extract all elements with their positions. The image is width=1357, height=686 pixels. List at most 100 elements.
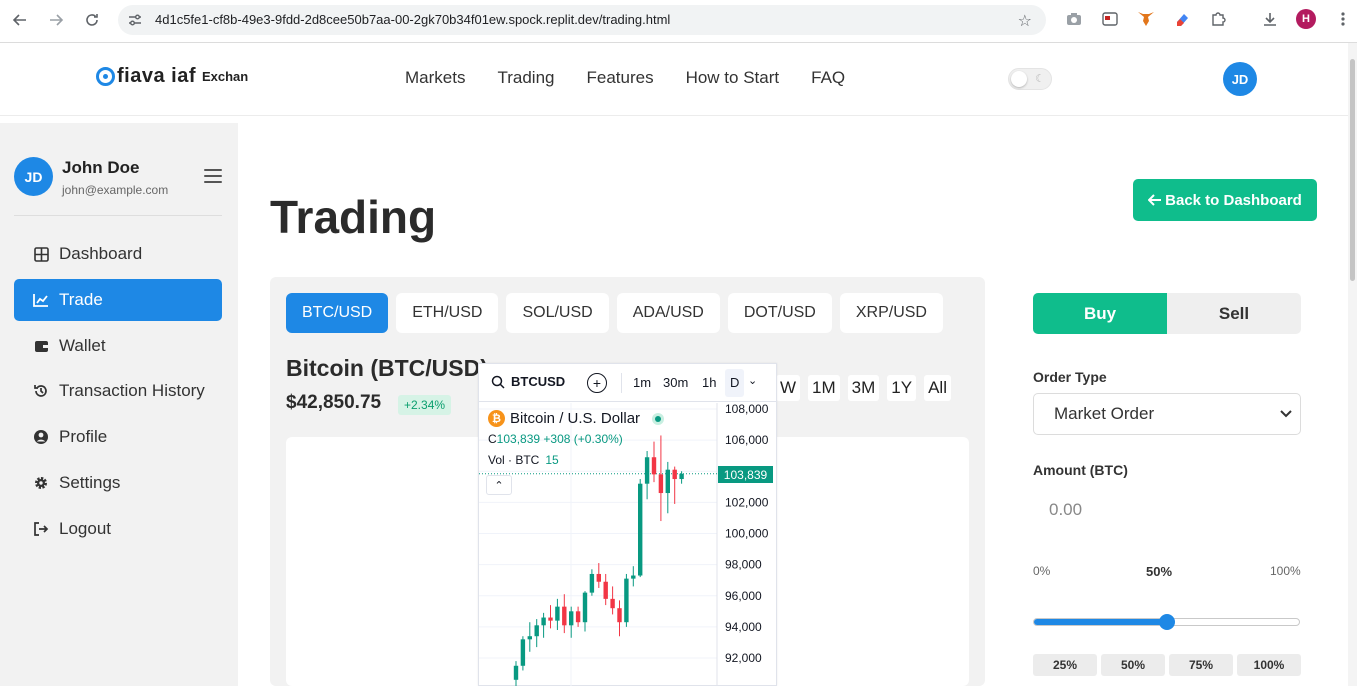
y-tick-label: 98,000 — [725, 558, 762, 572]
sidebar-item-settings[interactable]: Settings — [14, 462, 222, 504]
pct-25-button[interactable]: 25% — [1033, 654, 1097, 676]
site-logo[interactable]: fiava iaf Exchan — [96, 65, 250, 88]
range-tab-w[interactable]: W — [776, 375, 801, 401]
asset-change-badge: +2.34% — [398, 395, 452, 415]
y-tick-label: 100,000 — [725, 527, 769, 541]
eraser-extension-icon[interactable] — [1173, 10, 1191, 28]
sidebar-item-logout[interactable]: Logout — [14, 508, 222, 550]
interval-1h[interactable]: 1h — [702, 375, 716, 390]
download-icon[interactable] — [1261, 10, 1279, 28]
tab-search-icon[interactable] — [1101, 10, 1119, 28]
page-scrollbar[interactable] — [1348, 43, 1357, 686]
pair-tab-eth-usd[interactable]: ETH/USD — [396, 293, 499, 333]
candle-body — [610, 598, 615, 609]
y-tick-label: 108,000 — [725, 403, 769, 416]
nav-features[interactable]: Features — [586, 68, 653, 88]
sidebar-item-dashboard[interactable]: Dashboard — [14, 233, 222, 275]
order-type-select[interactable]: Market Order — [1033, 393, 1301, 435]
reload-icon[interactable] — [82, 10, 102, 30]
interval-1m[interactable]: 1m — [633, 375, 651, 390]
browser-profile-avatar[interactable]: H — [1296, 9, 1316, 29]
buy-tab[interactable]: Buy — [1033, 293, 1167, 334]
chevron-down-icon — [1280, 407, 1292, 421]
forward-arrow-icon[interactable] — [46, 10, 66, 30]
address-bar[interactable]: 4d1c5fe1-cf8b-49e3-9fdd-2d8cee50b7aa-00-… — [118, 5, 1046, 35]
candle-body — [665, 469, 670, 494]
candle-body — [534, 625, 539, 637]
range-tab-1m[interactable]: 1M — [808, 375, 840, 401]
nav-trading[interactable]: Trading — [497, 68, 554, 88]
pair-tab-sol-usd[interactable]: SOL/USD — [506, 293, 609, 333]
back-button-label: Back to Dashboard — [1165, 191, 1302, 209]
chevron-down-icon[interactable]: ⌄ — [748, 374, 757, 387]
sidebar-item-transaction-history[interactable]: Transaction History — [14, 370, 222, 412]
symbol-search[interactable]: BTCUSD — [491, 374, 565, 389]
volume-label: Vol · BTC — [488, 453, 540, 467]
kebab-menu-icon[interactable] — [1334, 10, 1352, 28]
pair-tab-ada-usd[interactable]: ADA/USD — [616, 293, 720, 333]
pct-75-button[interactable]: 75% — [1169, 654, 1233, 676]
sidebar-item-label: Profile — [59, 427, 108, 447]
pair-tabs: BTC/USD ETH/USD SOL/USD ADA/USD DOT/USD … — [286, 293, 951, 333]
back-to-dashboard-button[interactable]: Back to Dashboard — [1133, 179, 1317, 221]
back-arrow-icon[interactable] — [10, 10, 30, 30]
nav-faq[interactable]: FAQ — [811, 68, 845, 88]
y-tick-label: 94,000 — [725, 620, 762, 634]
pair-tab-btc-usd[interactable]: BTC/USD — [286, 293, 389, 333]
range-tab-3m[interactable]: 3M — [847, 375, 880, 401]
pair-tab-xrp-usd[interactable]: XRP/USD — [839, 293, 943, 333]
metamask-icon[interactable] — [1137, 10, 1155, 28]
candle-body — [555, 606, 560, 621]
toggle-knob — [1011, 71, 1027, 87]
order-type-value: Market Order — [1054, 404, 1155, 423]
amount-slider[interactable] — [1033, 614, 1300, 630]
nav-how-to-start[interactable]: How to Start — [686, 68, 780, 88]
ohlc-prefix: C — [488, 432, 497, 446]
quick-percent-buttons: 25% 50% 75% 100% — [1033, 654, 1301, 676]
pair-tab-dot-usd[interactable]: DOT/USD — [727, 293, 832, 333]
candle-body — [651, 457, 657, 475]
collapse-legend-button[interactable]: ⌃ — [486, 475, 512, 495]
tradingview-widget[interactable]: BTCUSD + 1m 30m 1h D ⌄ 108,000 106,000 102… — [478, 363, 777, 686]
order-type-label: Order Type — [1033, 369, 1107, 385]
sidebar-item-label: Transaction History — [59, 381, 205, 401]
amount-input[interactable]: 0.00 — [1033, 490, 1301, 530]
range-tab-all[interactable]: All — [924, 375, 951, 401]
browser-toolbar: 4d1c5fe1-cf8b-49e3-9fdd-2d8cee50b7aa-00-… — [0, 0, 1357, 43]
buy-sell-tabs: Buy Sell — [1033, 293, 1301, 334]
sell-tab[interactable]: Sell — [1167, 293, 1301, 334]
candle-body — [624, 578, 629, 623]
wallet-icon — [32, 339, 50, 353]
url-text: 4d1c5fe1-cf8b-49e3-9fdd-2d8cee50b7aa-00-… — [155, 12, 671, 27]
sidebar-item-wallet[interactable]: Wallet — [14, 325, 222, 367]
candle-body — [569, 611, 574, 626]
pct-100-button[interactable]: 100% — [1237, 654, 1301, 676]
candle-body — [541, 617, 546, 626]
toolbar-divider — [621, 373, 622, 393]
ohlc-change: +308 (+0.30%) — [543, 432, 623, 446]
interval-d[interactable]: D — [725, 369, 745, 397]
sidebar-user: JD John Doe john@example.com — [14, 157, 222, 216]
slider-handle[interactable] — [1158, 614, 1175, 630]
candle-body — [617, 608, 622, 623]
site-header: fiava iaf Exchan Markets Trading Feature… — [0, 43, 1357, 116]
sidebar: JD John Doe john@example.com Dashboard T… — [0, 123, 238, 686]
sidebar-item-profile[interactable]: Profile — [14, 416, 222, 458]
camera-icon[interactable] — [1065, 10, 1083, 28]
sidebar-item-trade[interactable]: Trade — [14, 278, 222, 321]
theme-toggle[interactable]: ☾ — [1008, 68, 1052, 90]
puzzle-extensions-icon[interactable] — [1209, 10, 1227, 28]
header-avatar[interactable]: JD — [1223, 62, 1257, 96]
hamburger-menu-icon[interactable] — [204, 169, 222, 183]
bookmark-star-icon[interactable]: ☆ — [1018, 11, 1032, 31]
user-avatar[interactable]: JD — [14, 157, 53, 196]
nav-markets[interactable]: Markets — [405, 68, 465, 88]
scrollbar-thumb[interactable] — [1350, 59, 1355, 281]
range-tab-1y[interactable]: 1Y — [887, 375, 917, 401]
site-settings-icon[interactable] — [127, 12, 143, 28]
y-tick-label: 106,000 — [725, 433, 769, 447]
compare-plus-icon[interactable]: + — [587, 373, 607, 393]
candle-body — [679, 473, 684, 480]
interval-30m[interactable]: 30m — [663, 375, 688, 390]
pct-50-button[interactable]: 50% — [1101, 654, 1165, 676]
